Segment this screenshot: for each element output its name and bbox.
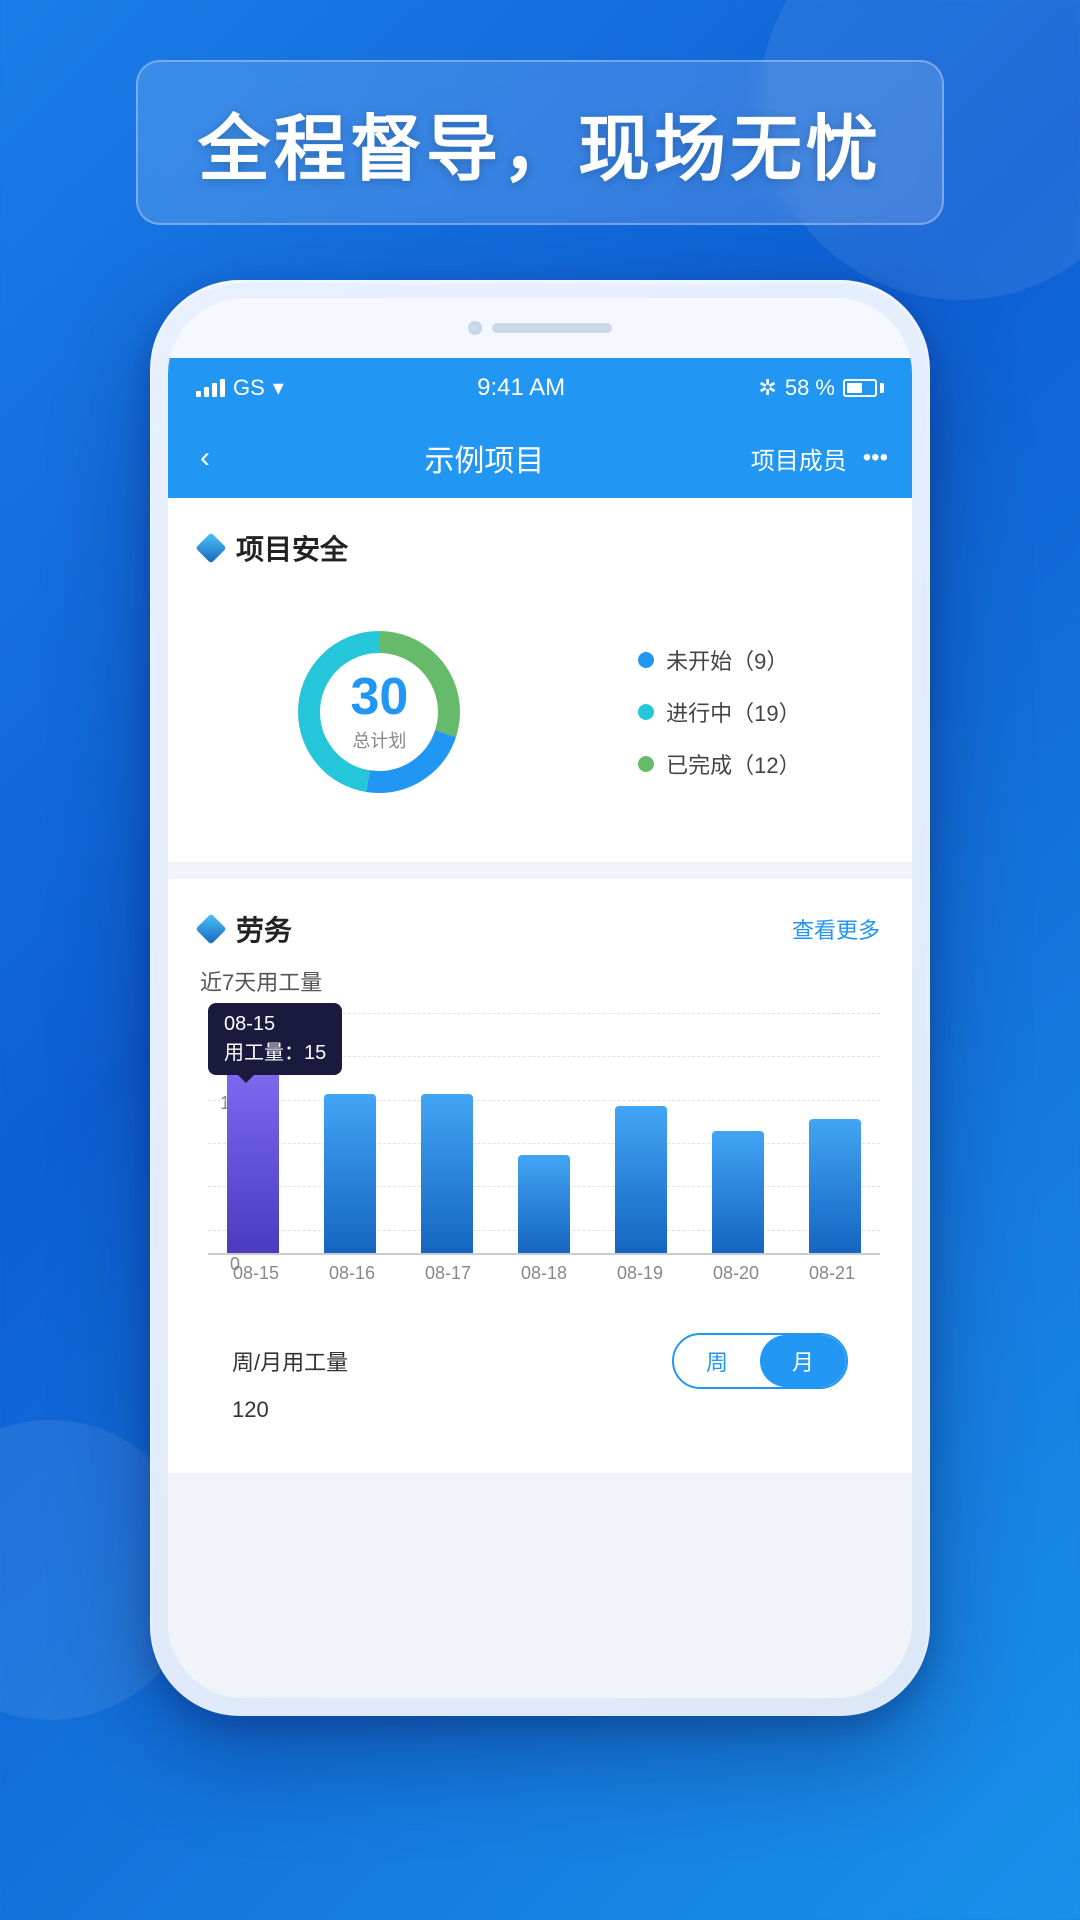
legend-item-completed: 已完成（12） — [638, 748, 800, 780]
x-label-0816: 08-16 — [304, 1263, 400, 1284]
donut-chart: 30 总计划 — [279, 612, 479, 812]
legend-dot-green — [638, 756, 654, 772]
donut-label: 总计划 — [350, 727, 408, 753]
x-label-0820: 08-20 — [688, 1263, 784, 1284]
donut-center: 30 总计划 — [350, 671, 408, 753]
legend-item-in-progress: 进行中（19） — [638, 696, 800, 728]
battery-percent: 58 % — [785, 375, 835, 401]
x-label-0821: 08-21 — [784, 1263, 880, 1284]
signal-icon — [196, 379, 225, 397]
bar-chart-wrapper: 18 15 12 9 6 3 0 — [200, 1013, 880, 1313]
back-button[interactable]: ‹ — [192, 433, 218, 483]
wifi-icon: ▾ — [273, 375, 284, 401]
tooltip-value: 用工量：15 — [224, 1036, 326, 1065]
period-label: 周/月用工量 — [232, 1345, 348, 1377]
safety-legend: 未开始（9） 进行中（19） 已完成（12） — [638, 644, 800, 780]
nav-more-button[interactable]: ••• — [863, 444, 888, 472]
diamond-icon-2 — [195, 913, 226, 944]
phone-notch — [168, 298, 912, 358]
status-left: GS ▾ — [196, 375, 284, 401]
status-bar: GS ▾ 9:41 AM ✲ 58 % — [168, 358, 912, 418]
x-label-0817: 08-17 — [400, 1263, 496, 1284]
bar-08-16[interactable] — [324, 1094, 376, 1253]
chart-title: 近7天用工量 — [200, 965, 880, 997]
nav-right-label[interactable]: 项目成员 — [751, 441, 847, 476]
labor-card: 劳务 查看更多 近7天用工量 18 15 12 — [168, 879, 912, 1474]
bar-08-20[interactable] — [712, 1131, 764, 1253]
clock: 9:41 AM — [477, 374, 565, 402]
phone-mockup: GS ▾ 9:41 AM ✲ 58 % ‹ — [150, 280, 930, 1716]
labor-card-title: 劳务 — [200, 909, 292, 949]
bar-08-15[interactable] — [227, 1070, 279, 1253]
period-section: 周/月用工量 周 月 — [200, 1313, 880, 1389]
legend-dot-cyan — [638, 704, 654, 720]
hero-text: 全程督导，现场无忧 — [198, 90, 882, 195]
legend-dot-blue — [638, 652, 654, 668]
safety-card: 项目安全 — [168, 498, 912, 863]
nav-right: 项目成员 ••• — [751, 441, 888, 476]
period-monthly-button[interactable]: 月 — [760, 1335, 846, 1387]
bar-08-21[interactable] — [809, 1119, 861, 1253]
hero-section: 全程督导，现场无忧 — [0, 60, 1080, 225]
period-weekly-button[interactable]: 周 — [674, 1335, 760, 1387]
nav-title: 示例项目 — [218, 436, 751, 480]
bar-08-18[interactable] — [518, 1155, 570, 1253]
carrier-label: GS — [233, 375, 265, 401]
bar-tooltip: 08-15 用工量：15 — [208, 1003, 342, 1075]
hero-banner: 全程督导，现场无忧 — [136, 60, 944, 225]
battery-icon — [843, 379, 884, 397]
content-area: 项目安全 — [168, 498, 912, 1698]
bar-08-17[interactable] — [421, 1094, 473, 1253]
labor-header: 劳务 查看更多 — [200, 909, 880, 949]
nav-bar: ‹ 示例项目 项目成员 ••• — [168, 418, 912, 498]
x-label-0819: 08-19 — [592, 1263, 688, 1284]
bar-08-19[interactable] — [615, 1106, 667, 1253]
legend-item-not-started: 未开始（9） — [638, 644, 800, 676]
status-right: ✲ 58 % — [758, 375, 884, 401]
donut-section: 30 总计划 未开始（9） 进行中（19） — [200, 592, 880, 832]
x-label-0818: 08-18 — [496, 1263, 592, 1284]
donut-number: 30 — [350, 671, 408, 723]
bluetooth-icon: ✲ — [758, 375, 776, 401]
x-axis: 08-15 08-16 08-17 08-18 08-19 08-20 08-2… — [208, 1263, 880, 1284]
period-value: 120 — [200, 1397, 880, 1443]
view-more-button[interactable]: 查看更多 — [792, 913, 880, 945]
period-toggle[interactable]: 周 月 — [672, 1333, 848, 1389]
x-label-0815: 08-15 — [208, 1263, 304, 1284]
tooltip-date: 08-15 — [224, 1013, 326, 1036]
safety-card-title: 项目安全 — [200, 528, 880, 568]
diamond-icon — [195, 532, 226, 563]
